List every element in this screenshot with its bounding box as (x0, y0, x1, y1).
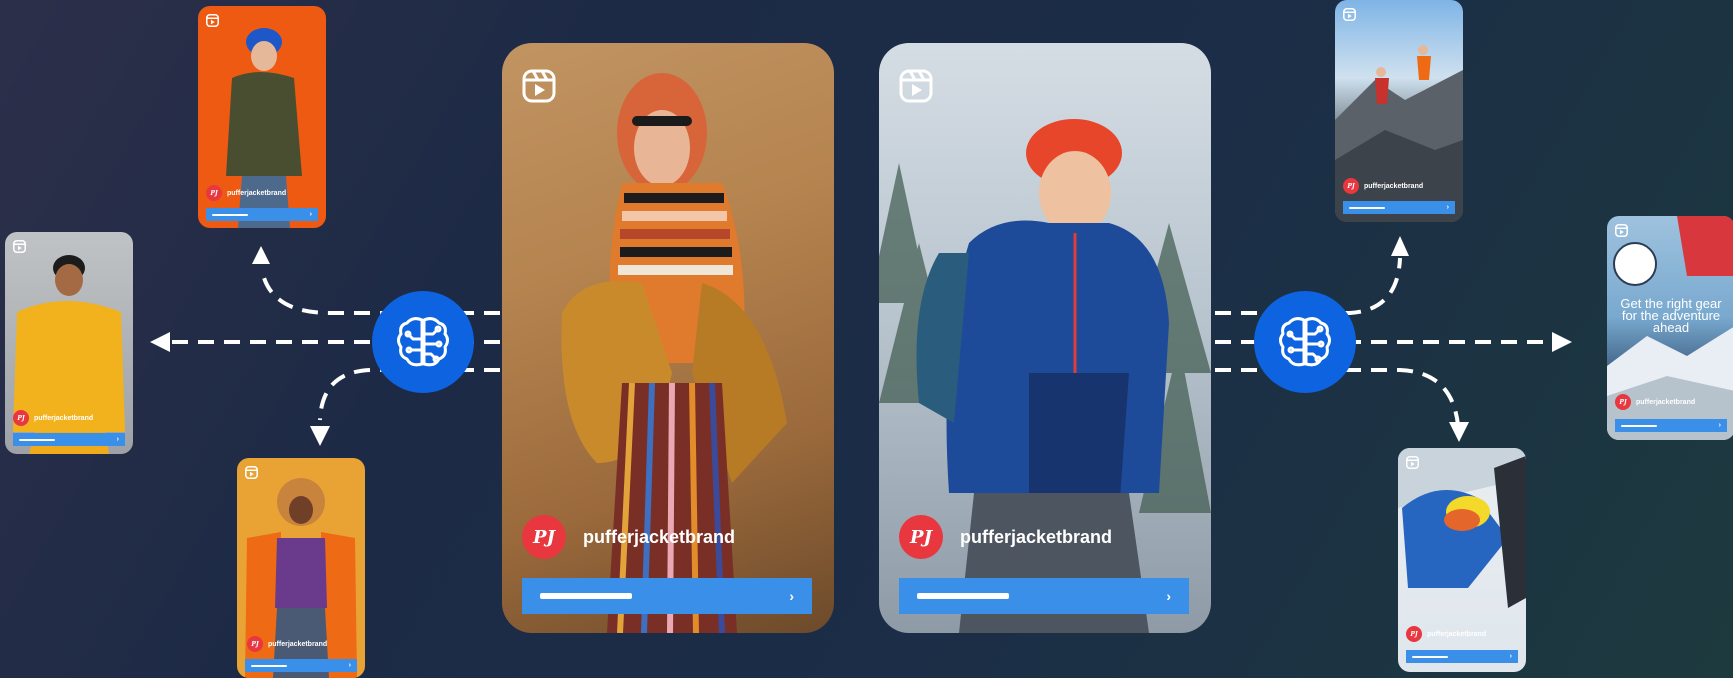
account-handle: pufferjacketbrand (34, 414, 94, 422)
cta-button[interactable]: › (13, 433, 125, 446)
account-row[interactable]: PJ pufferjacketbrand (13, 410, 93, 426)
brand-logo: PJ (13, 410, 29, 426)
account-handle: pufferjacketbrand (583, 526, 736, 547)
variant-card-bottom-left[interactable]: PJ pufferjacketbrand › (237, 458, 365, 678)
chevron-right-icon: › (348, 662, 351, 669)
account-handle: pufferjacketbrand (1636, 398, 1696, 406)
flow-path-left-up (260, 269, 500, 315)
account-row[interactable]: PJ pufferjacketbrand (206, 185, 286, 201)
ai-brain-circuit-icon (1279, 317, 1331, 367)
account-handle: pufferjacketbrand (960, 526, 1113, 547)
cta-placeholder-text (1349, 206, 1385, 209)
account-handle: pufferjacketbrand (227, 189, 287, 197)
cta-placeholder-text (540, 593, 632, 599)
arrowhead-down-right (1449, 422, 1469, 442)
cta-button[interactable]: › (899, 578, 1189, 614)
brand-logo: PJ (522, 515, 566, 559)
cta-button[interactable]: › (1615, 419, 1727, 432)
chevron-right-icon: › (1718, 422, 1721, 429)
arrowhead-up-right (1391, 236, 1409, 256)
brand-logo: PJ (1343, 178, 1359, 194)
left-main-reel-card[interactable]: PJ pufferjacketbrand › (502, 43, 834, 633)
variant-card-left-mid[interactable]: PJ pufferjacketbrand › (5, 232, 133, 454)
cta-placeholder-text (1621, 424, 1657, 427)
cta-placeholder-text (212, 213, 248, 216)
ad-headline: Get the right gear for the adventure ahe… (1620, 296, 1722, 335)
variant-card-top-left[interactable]: PJ pufferjacketbrand › (198, 6, 326, 228)
cta-placeholder-text (19, 438, 55, 441)
chevron-right-icon: › (309, 211, 312, 218)
chevron-right-icon: › (789, 588, 794, 604)
reels-icon (899, 69, 933, 103)
brand-logo: PJ (1615, 394, 1631, 410)
cta-placeholder-text (917, 593, 1009, 599)
brand-logo: PJ (899, 515, 943, 559)
ai-brain-circuit-icon (397, 317, 449, 367)
chevron-right-icon: › (1446, 204, 1449, 211)
chevron-right-icon: › (1166, 588, 1171, 604)
account-row[interactable]: PJ pufferjacketbrand (1615, 394, 1695, 410)
ai-hub-left (372, 291, 474, 393)
cta-placeholder-text (1412, 655, 1448, 658)
cta-button[interactable]: › (1406, 650, 1518, 663)
account-row[interactable]: PJ pufferjacketbrand (522, 515, 735, 559)
chevron-right-icon: › (116, 436, 119, 443)
reels-icon (206, 14, 219, 27)
variant-card-top-right[interactable]: PJ pufferjacketbrand › (1335, 0, 1463, 222)
account-handle: pufferjacketbrand (1427, 630, 1487, 638)
account-row[interactable]: PJ pufferjacketbrand (1406, 626, 1486, 642)
reels-icon (1615, 224, 1628, 237)
reels-icon (1406, 456, 1419, 469)
account-handle: pufferjacketbrand (268, 640, 328, 648)
cta-button[interactable]: › (206, 208, 318, 221)
right-main-reel-card[interactable]: PJ pufferjacketbrand › (879, 43, 1211, 633)
reels-icon (522, 69, 556, 103)
cta-placeholder-text (251, 664, 287, 667)
cta-button[interactable]: › (522, 578, 812, 614)
account-row[interactable]: PJ pufferjacketbrand (1343, 178, 1423, 194)
brand-logo: PJ (1406, 626, 1422, 642)
variant-card-bottom-right[interactable]: PJ pufferjacketbrand › (1398, 448, 1526, 672)
account-handle: pufferjacketbrand (1364, 182, 1424, 190)
cta-button[interactable]: › (245, 659, 357, 672)
arrowhead-up-left (252, 246, 270, 264)
account-row[interactable]: PJ pufferjacketbrand (247, 636, 327, 652)
cta-button[interactable]: › (1343, 201, 1455, 214)
arrowhead-down-left (310, 426, 330, 446)
reels-icon (245, 466, 258, 479)
arrowhead-right (1552, 332, 1572, 352)
variant-card-right-mid[interactable]: Get the right gear for the adventure ahe… (1607, 216, 1733, 440)
ai-hub-right (1254, 291, 1356, 393)
reels-icon (1343, 8, 1356, 21)
brand-logo: PJ (206, 185, 222, 201)
account-row[interactable]: PJ pufferjacketbrand (899, 515, 1112, 559)
chevron-right-icon: › (1509, 653, 1512, 660)
badge-seal-icon (1613, 242, 1657, 286)
brand-logo: PJ (247, 636, 263, 652)
reels-icon (13, 240, 26, 253)
arrowhead-left (150, 332, 170, 352)
